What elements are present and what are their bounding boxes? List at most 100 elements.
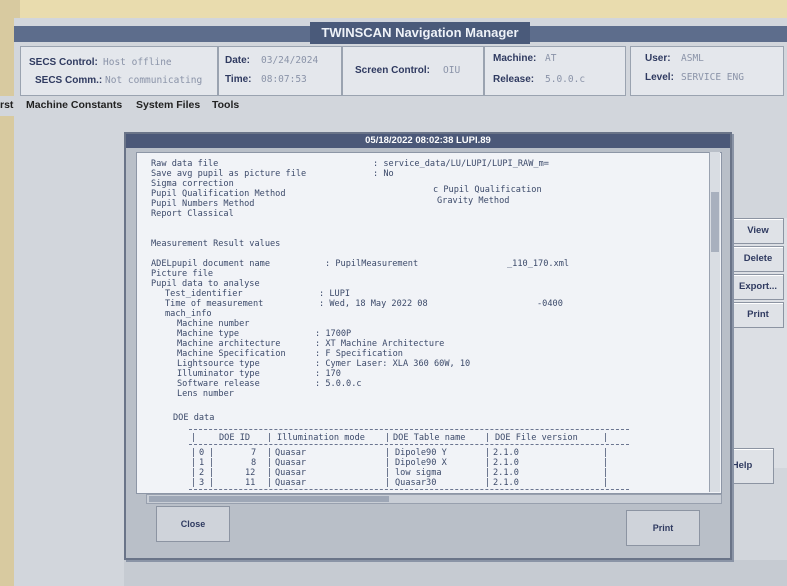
print-button[interactable]: Print (626, 510, 700, 546)
lightsource-value: : Cymer Laser: XLA 360 60W, 10 (315, 359, 471, 369)
machine-architecture-value: : XT Machine Architecture (315, 339, 445, 349)
doe-cell-version: 2.1.0 (493, 478, 519, 488)
time-of-measurement-label: Time of measurement (165, 299, 264, 309)
view-button[interactable]: View (732, 218, 784, 244)
user-label: User: (645, 53, 671, 64)
pupil-qual-label: Pupil Qualification Method (151, 189, 286, 199)
raw-data-file-label: Raw data file (151, 159, 219, 169)
software-release-label: Software release (177, 379, 260, 389)
dialog-title: 05/18/2022 08:02:38 LUPI.89 (126, 134, 730, 148)
save-avg-label: Save avg pupil as picture file (151, 169, 307, 179)
machine-value: AT (545, 53, 557, 64)
delete-button[interactable]: Delete (732, 246, 784, 272)
machine-spec-value: : F Specification (315, 349, 403, 359)
doe-table-header: | DOE ID | Illumination mode | DOE Table… (191, 433, 609, 443)
menu-item-tools[interactable]: Tools (212, 99, 239, 111)
time-of-measurement-value: : Wed, 18 May 2022 08 (319, 299, 428, 309)
report-dialog: 05/18/2022 08:02:38 LUPI.89 Raw data fil… (124, 132, 732, 560)
machine-type-label: Machine type (177, 329, 240, 339)
scrollbar-thumb[interactable] (711, 192, 719, 252)
release-value: 5.0.0.c (545, 74, 586, 85)
menu-item-first[interactable]: rst (0, 99, 13, 111)
adel-label: ADELpupil document name (151, 259, 270, 269)
doe-cell-version: 2.1.0 (493, 468, 519, 478)
pupil-data-label: Pupil data to analyse (151, 279, 260, 289)
machine-panel: Machine: AT Release: 5.0.0.c (484, 46, 626, 96)
release-label: Release: (493, 74, 535, 85)
doe-cell-mode: Quasar (275, 458, 307, 468)
machine-label: Machine: (493, 53, 537, 64)
secs-control-value: Host offline (103, 57, 172, 68)
screen-control-label: Screen Control: (355, 65, 431, 76)
doe-table: | DOE ID | Illumination mode | DOE Table… (189, 429, 629, 490)
table-row: | 1 | 8 | Quasar | Dipole90 X | 2.1.0 | (191, 458, 609, 468)
secs-comm-label: SECS Comm.: (35, 75, 103, 86)
menu-item-machine-constants[interactable]: Machine Constants (26, 99, 122, 111)
menu-item-system-files[interactable]: System Files (136, 99, 200, 111)
secs-control-label: SECS Control: (29, 57, 98, 68)
doe-cell-table-name: Dipole90 X (395, 458, 447, 468)
doe-cell-id: 8 (251, 458, 257, 468)
machine-architecture-label: Machine architecture (177, 339, 281, 349)
level-value: SERVICE ENG (681, 72, 744, 83)
doe-data-heading: DOE data (173, 413, 215, 423)
test-id-label: Test_identifier (165, 289, 243, 299)
doe-cell-mode: Quasar (275, 468, 307, 478)
horizontal-scrollbar[interactable] (146, 494, 722, 504)
vertical-scrollbar[interactable] (709, 152, 720, 492)
doe-cell-table-name: Quasar30 (395, 478, 437, 488)
screen-control-value: OIU (443, 65, 461, 76)
doe-header-id: DOE ID (219, 433, 251, 443)
table-row: | 0 | 7 | Quasar | Dipole90 Y | 2.1.0 | (191, 448, 609, 458)
mach-info-label: mach_info (165, 309, 212, 319)
pupil-num-label: Pupil Numbers Method (151, 199, 255, 209)
secs-comm-value: Not communicating (105, 75, 203, 86)
time-of-measurement-tz: -0400 (537, 299, 563, 309)
lens-number-label: Lens number (177, 389, 234, 399)
doe-header-file-version: DOE File version (495, 433, 578, 443)
bottom-strip (124, 560, 787, 586)
illuminator-value: : 170 (315, 369, 341, 379)
doe-cell-index: 3 (199, 478, 205, 488)
user-panel: User: ASML Level: SERVICE ENG (630, 46, 784, 96)
horizontal-scrollbar-thumb[interactable] (149, 496, 389, 502)
table-row: | 2 | 12 | Quasar | low sigma | 2.1.0 | (191, 468, 609, 478)
close-button[interactable]: Close (156, 506, 230, 542)
doe-header-table-name: DOE Table name (393, 433, 466, 443)
raw-data-file-value: : service_data/LU/LUPI/LUPI_RAW_m= (373, 159, 549, 169)
menu-bar: rst Machine Constants System Files Tools (0, 96, 787, 116)
doe-cell-table-name: low sigma (395, 468, 442, 478)
sigma-label: Sigma correction (151, 179, 234, 189)
datetime-panel: Date: 03/24/2024 Time: 08:07:53 (218, 46, 342, 96)
doe-table-separator (189, 444, 629, 447)
report-text-area[interactable]: Raw data file : service_data/LU/LUPI/LUP… (136, 152, 722, 494)
illuminator-label: Illuminator type (177, 369, 260, 379)
time-value: 08:07:53 (261, 74, 307, 85)
doe-cell-index: 1 (199, 458, 205, 468)
print-side-button[interactable]: Print (732, 302, 784, 328)
window-title: TWINSCAN Navigation Manager (310, 22, 530, 44)
user-value: ASML (681, 53, 704, 64)
time-label: Time: (225, 74, 252, 85)
date-value: 03/24/2024 (261, 55, 319, 66)
picture-file-label: Picture file (151, 269, 214, 279)
pupil-qual-value: c Pupil Qualification (433, 185, 542, 195)
doe-cell-id: 7 (251, 448, 257, 458)
level-label: Level: (645, 72, 674, 83)
software-release-value: : 5.0.0.c (315, 379, 362, 389)
secs-panel: SECS Control: Host offline SECS Comm.: N… (20, 46, 218, 96)
pupil-num-value: Gravity Method (437, 196, 510, 206)
adel-value: : PupilMeasurement (325, 259, 419, 269)
doe-cell-index: 2 (199, 468, 205, 478)
machine-spec-label: Machine Specification (177, 349, 286, 359)
doe-cell-table-name: Dipole90 Y (395, 448, 447, 458)
save-avg-value: : No (373, 169, 394, 179)
screen-control-panel: Screen Control: OIU (342, 46, 484, 96)
doe-cell-id: 11 (245, 478, 256, 488)
doe-cell-mode: Quasar (275, 448, 307, 458)
doe-cell-version: 2.1.0 (493, 458, 519, 468)
report-label: Report Classical (151, 209, 234, 219)
export-button[interactable]: Export... (732, 274, 784, 300)
machine-number-label: Machine number (177, 319, 250, 329)
lightsource-label: Lightsource type (177, 359, 260, 369)
